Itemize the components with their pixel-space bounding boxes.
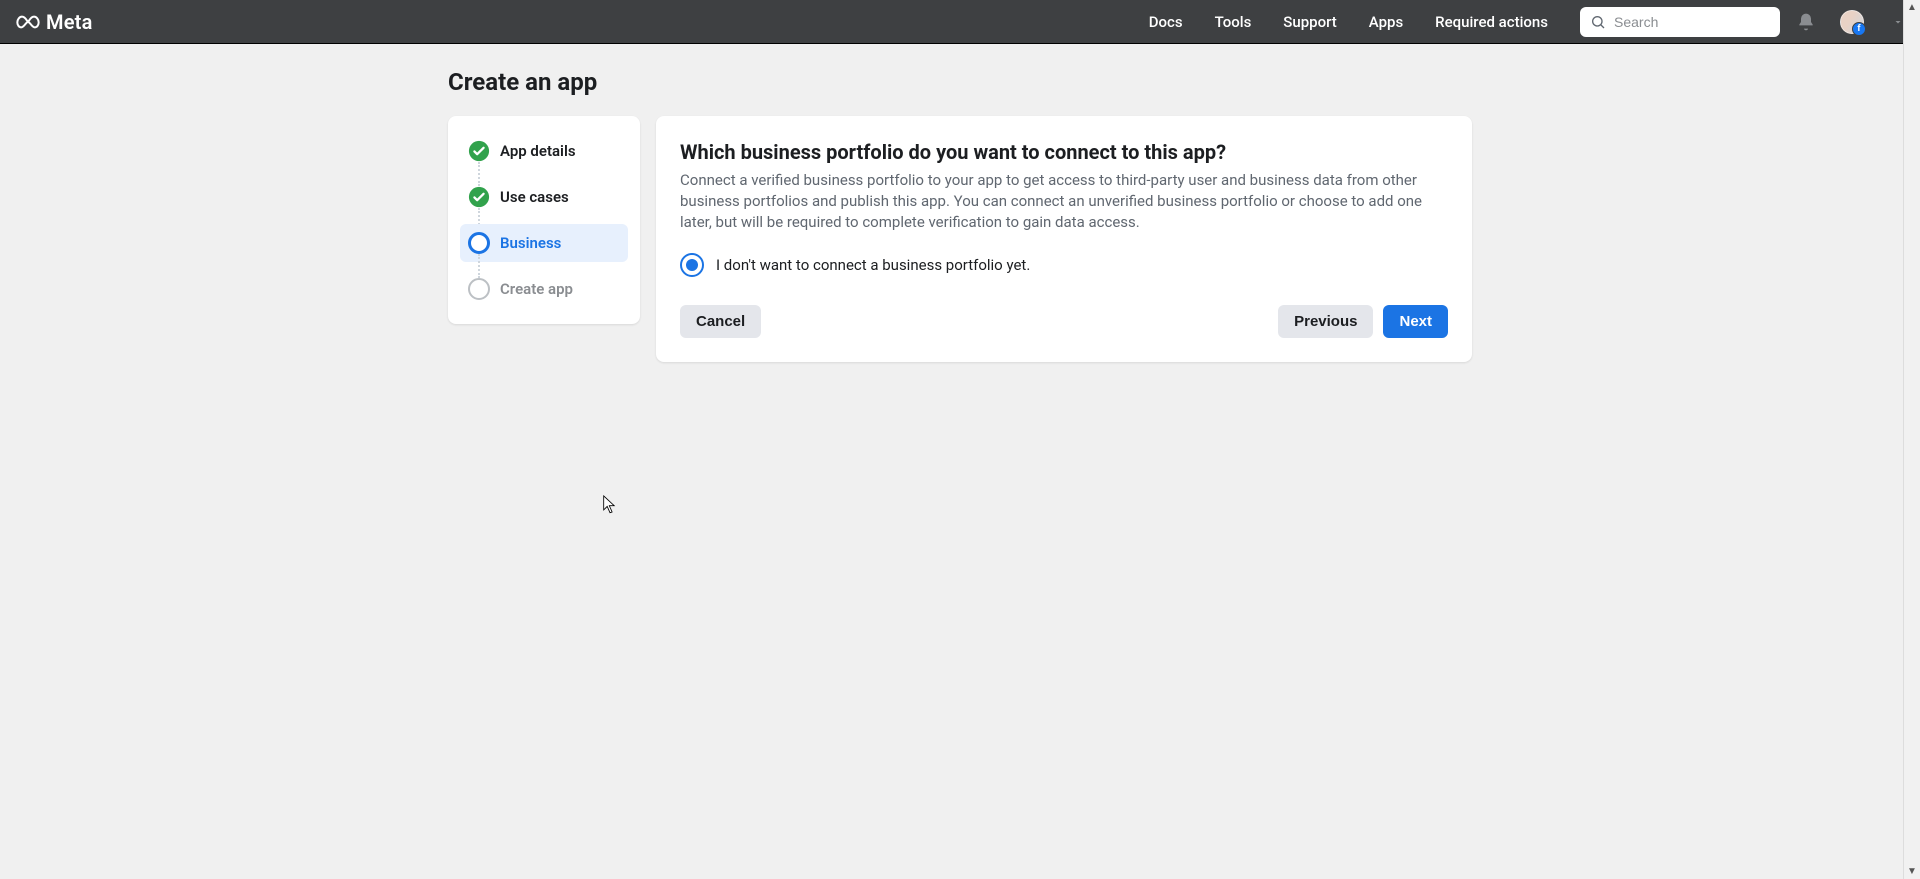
avatar[interactable]: f [1840,10,1864,34]
nav-support[interactable]: Support [1283,13,1336,31]
step-label: Business [500,234,561,252]
brand-text: Meta [46,10,93,34]
main-description: Connect a verified business portfolio to… [680,170,1448,233]
check-circle-icon [468,186,490,208]
radio-label: I don't want to connect a business portf… [716,256,1030,274]
vertical-scrollbar[interactable]: ▲ ▼ [1903,0,1920,879]
next-button[interactable]: Next [1383,305,1448,338]
portfolio-option-radio[interactable]: I don't want to connect a business portf… [680,253,1448,277]
main-heading: Which business portfolio do you want to … [680,140,1448,164]
topbar-right: f [1796,10,1904,34]
nav-docs[interactable]: Docs [1149,13,1183,31]
scroll-down-icon[interactable]: ▼ [1907,864,1917,879]
radio-selected-icon [680,253,704,277]
action-row: Cancel Previous Next [680,305,1448,338]
step-label: Create app [500,280,573,298]
step-label: App details [500,142,576,160]
current-step-icon [468,232,490,254]
bell-icon[interactable] [1796,12,1816,32]
facebook-badge-icon: f [1852,22,1866,36]
page-title: Create an app [448,68,1472,96]
search-box[interactable] [1580,7,1780,37]
nav-apps[interactable]: Apps [1369,13,1403,31]
meta-logo[interactable]: Meta [16,10,93,34]
nav-required-actions[interactable]: Required actions [1435,13,1548,31]
step-business[interactable]: Business [460,224,628,262]
step-create-app: Create app [460,270,628,308]
step-use-cases[interactable]: Use cases [460,178,628,216]
scroll-up-icon[interactable]: ▲ [1907,0,1917,15]
topbar: Meta Docs Tools Support Apps Required ac… [0,0,1920,44]
previous-button[interactable]: Previous [1278,305,1373,338]
search-input[interactable] [1614,14,1770,30]
search-icon [1590,14,1606,30]
cancel-button[interactable]: Cancel [680,305,761,338]
step-app-details[interactable]: App details [460,132,628,170]
step-label: Use cases [500,188,569,206]
main-card: Which business portfolio do you want to … [656,116,1472,362]
page-body: Create an app App details [0,44,1920,879]
infinity-icon [16,10,40,34]
steps-sidebar: App details Use cases Business [448,116,640,324]
check-circle-icon [468,140,490,162]
nav-links: Docs Tools Support Apps Required actions [1149,13,1548,31]
nav-tools[interactable]: Tools [1215,13,1252,31]
upcoming-step-icon [468,278,490,300]
